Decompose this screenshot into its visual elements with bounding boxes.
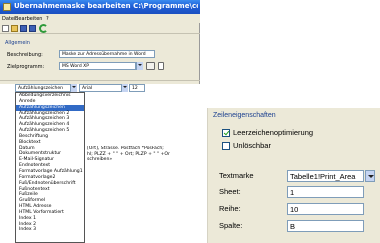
menu-help[interactable]: ? (46, 16, 49, 22)
column-field[interactable]: B (287, 220, 364, 232)
window-title: Übernahmemaske bearbeiten C:\Programme\c… (14, 2, 198, 10)
menu-bearbeiten[interactable]: Bearbeiten (15, 16, 42, 22)
row-properties-title: Zeileneigenschaften (213, 112, 276, 119)
mask-code-text[interactable]: [Ort], Strasse. Postfach *PosFach; hl; P… (87, 146, 200, 163)
chevron-down-icon[interactable] (136, 62, 143, 70)
textmarke-label: Textmarke (219, 171, 254, 180)
chevron-down-icon[interactable] (365, 170, 375, 182)
target-program-label: Zielprogramm: (7, 64, 45, 70)
undeletable-checkbox[interactable] (222, 142, 230, 150)
space-optimization-checkbox[interactable] (222, 129, 230, 137)
save-as-icon[interactable] (29, 25, 36, 32)
chevron-down-icon[interactable] (121, 84, 128, 92)
target-program-extra-button[interactable] (158, 62, 164, 70)
row-properties-panel: Zeileneigenschaften Leerzeichenoptimieru… (207, 108, 380, 243)
general-group-title: Allgemein (5, 40, 30, 46)
general-group: Allgemein Beschreibung: Maske zur Adress… (3, 40, 200, 77)
textmarke-combo[interactable]: Tabelle1!Print_Area (287, 170, 364, 182)
new-file-icon[interactable] (2, 25, 9, 32)
target-program-combo[interactable]: MS Word XP (59, 62, 136, 70)
refresh-icon[interactable] (39, 24, 48, 33)
sheet-label: Sheet: (219, 187, 241, 196)
space-optimization-label: Leerzeichenoptimierung (233, 128, 314, 137)
menu-bar: Datei Bearbeiten ? (0, 14, 200, 23)
target-program-settings-button[interactable] (146, 62, 155, 70)
separator (0, 80, 200, 81)
title-bar[interactable]: Übernahmemaske bearbeiten C:\Programme\c… (0, 0, 200, 14)
description-field[interactable]: Maske zur Adressübernahme in Word (59, 50, 155, 58)
chevron-down-icon[interactable] (70, 84, 77, 92)
row-label: Reihe: (219, 204, 241, 213)
menu-datei[interactable]: Datei (2, 16, 15, 22)
toolbar (0, 23, 200, 34)
save-icon[interactable] (20, 25, 27, 32)
undeletable-label: Unlöschbar (233, 141, 271, 150)
open-folder-icon[interactable] (11, 25, 18, 32)
font-size-combo[interactable]: 12 (129, 84, 145, 92)
description-label: Beschreibung: (7, 52, 43, 58)
style-combo[interactable]: Aufzählungszeichen (15, 84, 75, 92)
sheet-field[interactable]: 1 (287, 186, 364, 198)
font-combo[interactable]: Arial (79, 84, 127, 92)
app-icon (3, 3, 11, 11)
column-label: Spalte: (219, 221, 243, 230)
style-option[interactable]: Index 3 (16, 227, 84, 233)
row-field[interactable]: 10 (287, 203, 364, 215)
code-line: schreiben» (87, 157, 113, 163)
style-option[interactable]: Formatvorlage Aufzählung1 + (16, 169, 84, 175)
style-option[interactable]: Fuß/Endnotenüberschrift (16, 181, 84, 187)
style-dropdown-list[interactable]: Abbildungsverzeichnis Anrede Aufzählungsze… (15, 92, 85, 243)
